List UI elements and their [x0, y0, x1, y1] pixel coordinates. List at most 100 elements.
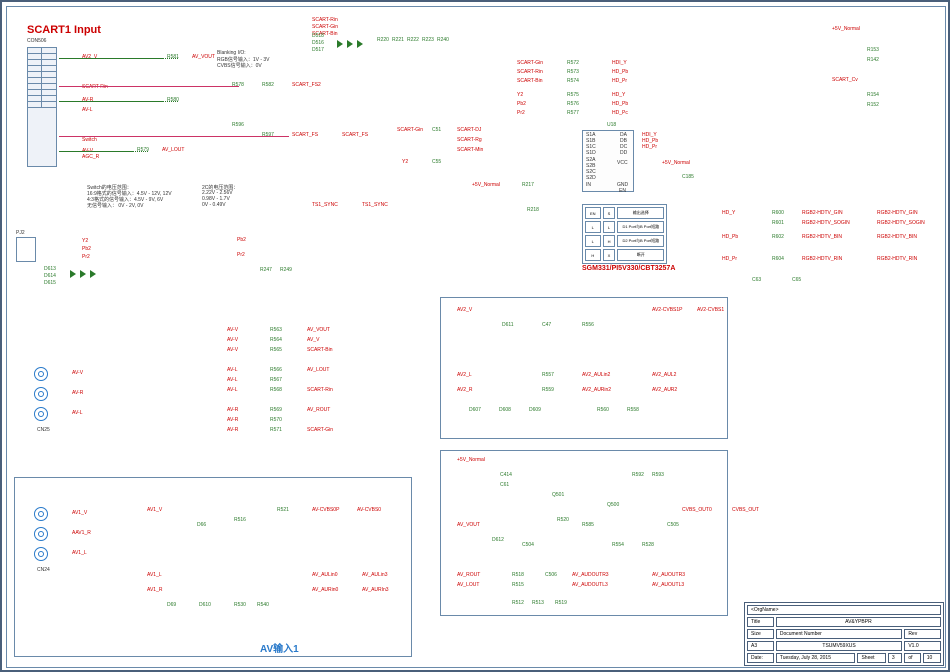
net-avr-m: AV-R — [227, 407, 238, 413]
comp-r567: R567 — [270, 377, 282, 383]
comp-d607: D607 — [469, 407, 481, 413]
net-pr2a: Pr2 — [82, 254, 90, 260]
comp-r568: R568 — [270, 387, 282, 393]
comp-c47: C47 — [542, 322, 551, 328]
net-avlout-b: AV_LOUT — [457, 582, 479, 588]
net-scartgin-m: SCART-Gin — [307, 427, 333, 433]
comp-r530: R530 — [234, 602, 246, 608]
net-av1l-2: AV1_L — [147, 572, 162, 578]
net-pb2a: Pb2 — [82, 246, 91, 252]
net-av1-v: AV1_V — [72, 510, 87, 516]
pin-en: EN — [619, 188, 626, 194]
tt-r1-2: L — [603, 221, 616, 233]
net-scart-gin3: SCART-Gin — [397, 127, 423, 133]
net-scart-min: SCART-Min — [457, 147, 483, 153]
title-av-input: AV输入1 — [260, 640, 299, 655]
trans-block — [440, 450, 728, 616]
comp-r572: R572 — [567, 60, 579, 66]
net-avrout-m: AV_ROUT — [307, 407, 330, 413]
net-avv-m2: AV-V — [227, 337, 238, 343]
comp-r512: R512 — [512, 600, 524, 606]
net-agc-r: AGC_R — [82, 154, 99, 160]
pin-s1d: S1D — [586, 150, 596, 156]
note-blanking2: CVBS信号输入：0V — [217, 62, 262, 69]
comp-r153: R153 — [867, 47, 879, 53]
net-av2aurin2: AV2_AURin2 — [582, 387, 611, 393]
comp-r565: R565 — [270, 347, 282, 353]
comp-r520: R520 — [557, 517, 569, 523]
tb-date-label: Date: — [747, 653, 774, 663]
comp-c63: C63 — [752, 277, 761, 283]
net-avvout-m: AV_VOUT — [307, 327, 330, 333]
net-pb2-mid: Pb2 — [237, 237, 246, 243]
comp-r556: R556 — [582, 322, 594, 328]
label-con506: CON506 — [27, 38, 46, 44]
note-switch3: 无信号输入： 0V - 2V, 0V — [87, 202, 144, 209]
net-y2a: Y2 — [82, 238, 88, 244]
comp-r516: R516 — [234, 517, 246, 523]
net-avauoutl3: AV_AUOUTL3 — [652, 582, 684, 588]
comp-r217: R217 — [522, 182, 534, 188]
net-cvbs-out: CVBS_OUT — [732, 507, 759, 513]
comp-r604: R604 — [772, 256, 784, 262]
wire-red — [59, 136, 289, 137]
net-hd-pb: HD_Pb — [612, 69, 628, 75]
tb-sheet-value: 3 — [888, 653, 903, 663]
comp-r600: R600 — [772, 210, 784, 216]
comp-r249: R249 — [280, 267, 292, 273]
net-av-l2: AV-L — [72, 410, 82, 416]
net-pr2-mid: Pr2 — [237, 252, 245, 258]
comp-u18: U18 — [607, 122, 616, 128]
net-av-l: AV-L — [82, 107, 92, 113]
tt-r1-1: L — [585, 221, 601, 233]
net-avauoutr3: AV_AUOUTR3 — [652, 572, 685, 578]
tt-h1: EN — [585, 207, 601, 219]
comp-r521: R521 — [277, 507, 289, 513]
av2-block — [440, 297, 728, 439]
comp-d66: D66 — [197, 522, 206, 528]
net-rgb2-rin: RGB2-HDTV_RIN — [802, 256, 842, 262]
av-input-block — [14, 477, 412, 657]
net-avaudoutr3: AV_AUDOUTR3 — [572, 572, 609, 578]
comp-r597: R597 — [262, 132, 274, 138]
comp-r240: R240 — [437, 37, 449, 43]
comp-r560: R560 — [597, 407, 609, 413]
comp-r573: R573 — [567, 69, 579, 75]
tt-r2-3: D2 Port与B Port短路 — [617, 235, 664, 247]
wire — [59, 101, 164, 102]
comp-d614: D614 — [44, 273, 56, 279]
net-hd-pr-out: HD_Pr — [722, 256, 737, 262]
net-5v-a: +5V_Normal — [472, 182, 500, 188]
comp-r566: R566 — [270, 367, 282, 373]
tt-h3: 输出选择 — [617, 207, 664, 219]
net-av2-cvbs1p: AV2-CVBS1P — [652, 307, 682, 313]
comp-d609: D609 — [529, 407, 541, 413]
tb-size-label: Size — [747, 629, 774, 639]
comp-r540: R540 — [257, 602, 269, 608]
comp-r601: R601 — [772, 220, 784, 226]
net-hd-pb2: HD_Pb — [612, 101, 628, 107]
net-switch: Switch — [82, 137, 97, 143]
net-avaurin0: AV_AURin0 — [312, 587, 338, 593]
net-hd-pb-out: HD_Pb — [722, 234, 738, 240]
comp-r221: R221 — [392, 37, 404, 43]
net-scart-gin2: SCART-Gin — [517, 60, 543, 66]
net-rgb2-bin2: RGB2-HDTV_BIN — [877, 234, 917, 240]
comp-q501: Q501 — [552, 492, 564, 498]
comp-r574: R574 — [567, 78, 579, 84]
pin-in: IN — [586, 182, 591, 188]
net-avaulin3: AV_AULin3 — [362, 572, 387, 578]
comp-r582: R582 — [262, 82, 274, 88]
comp-d612: D612 — [492, 537, 504, 543]
comp-r218: R218 — [527, 207, 539, 213]
comp-r558: R558 — [627, 407, 639, 413]
net-hd-pc: HD_Pc — [612, 110, 628, 116]
comp-r513: R513 — [532, 600, 544, 606]
tt-h2: S — [603, 207, 616, 219]
comp-c414: C414 — [500, 472, 512, 478]
net-scart-rg: SCART-Rg — [457, 137, 482, 143]
net-hd-y-out: HD_Y — [722, 210, 735, 216]
net-pb2: Pb2 — [517, 101, 526, 107]
net-rgb2-sogin: RGB2-HDTV_SOGIN — [802, 220, 850, 226]
net-scart-dj: SCART-DJ — [457, 127, 481, 133]
